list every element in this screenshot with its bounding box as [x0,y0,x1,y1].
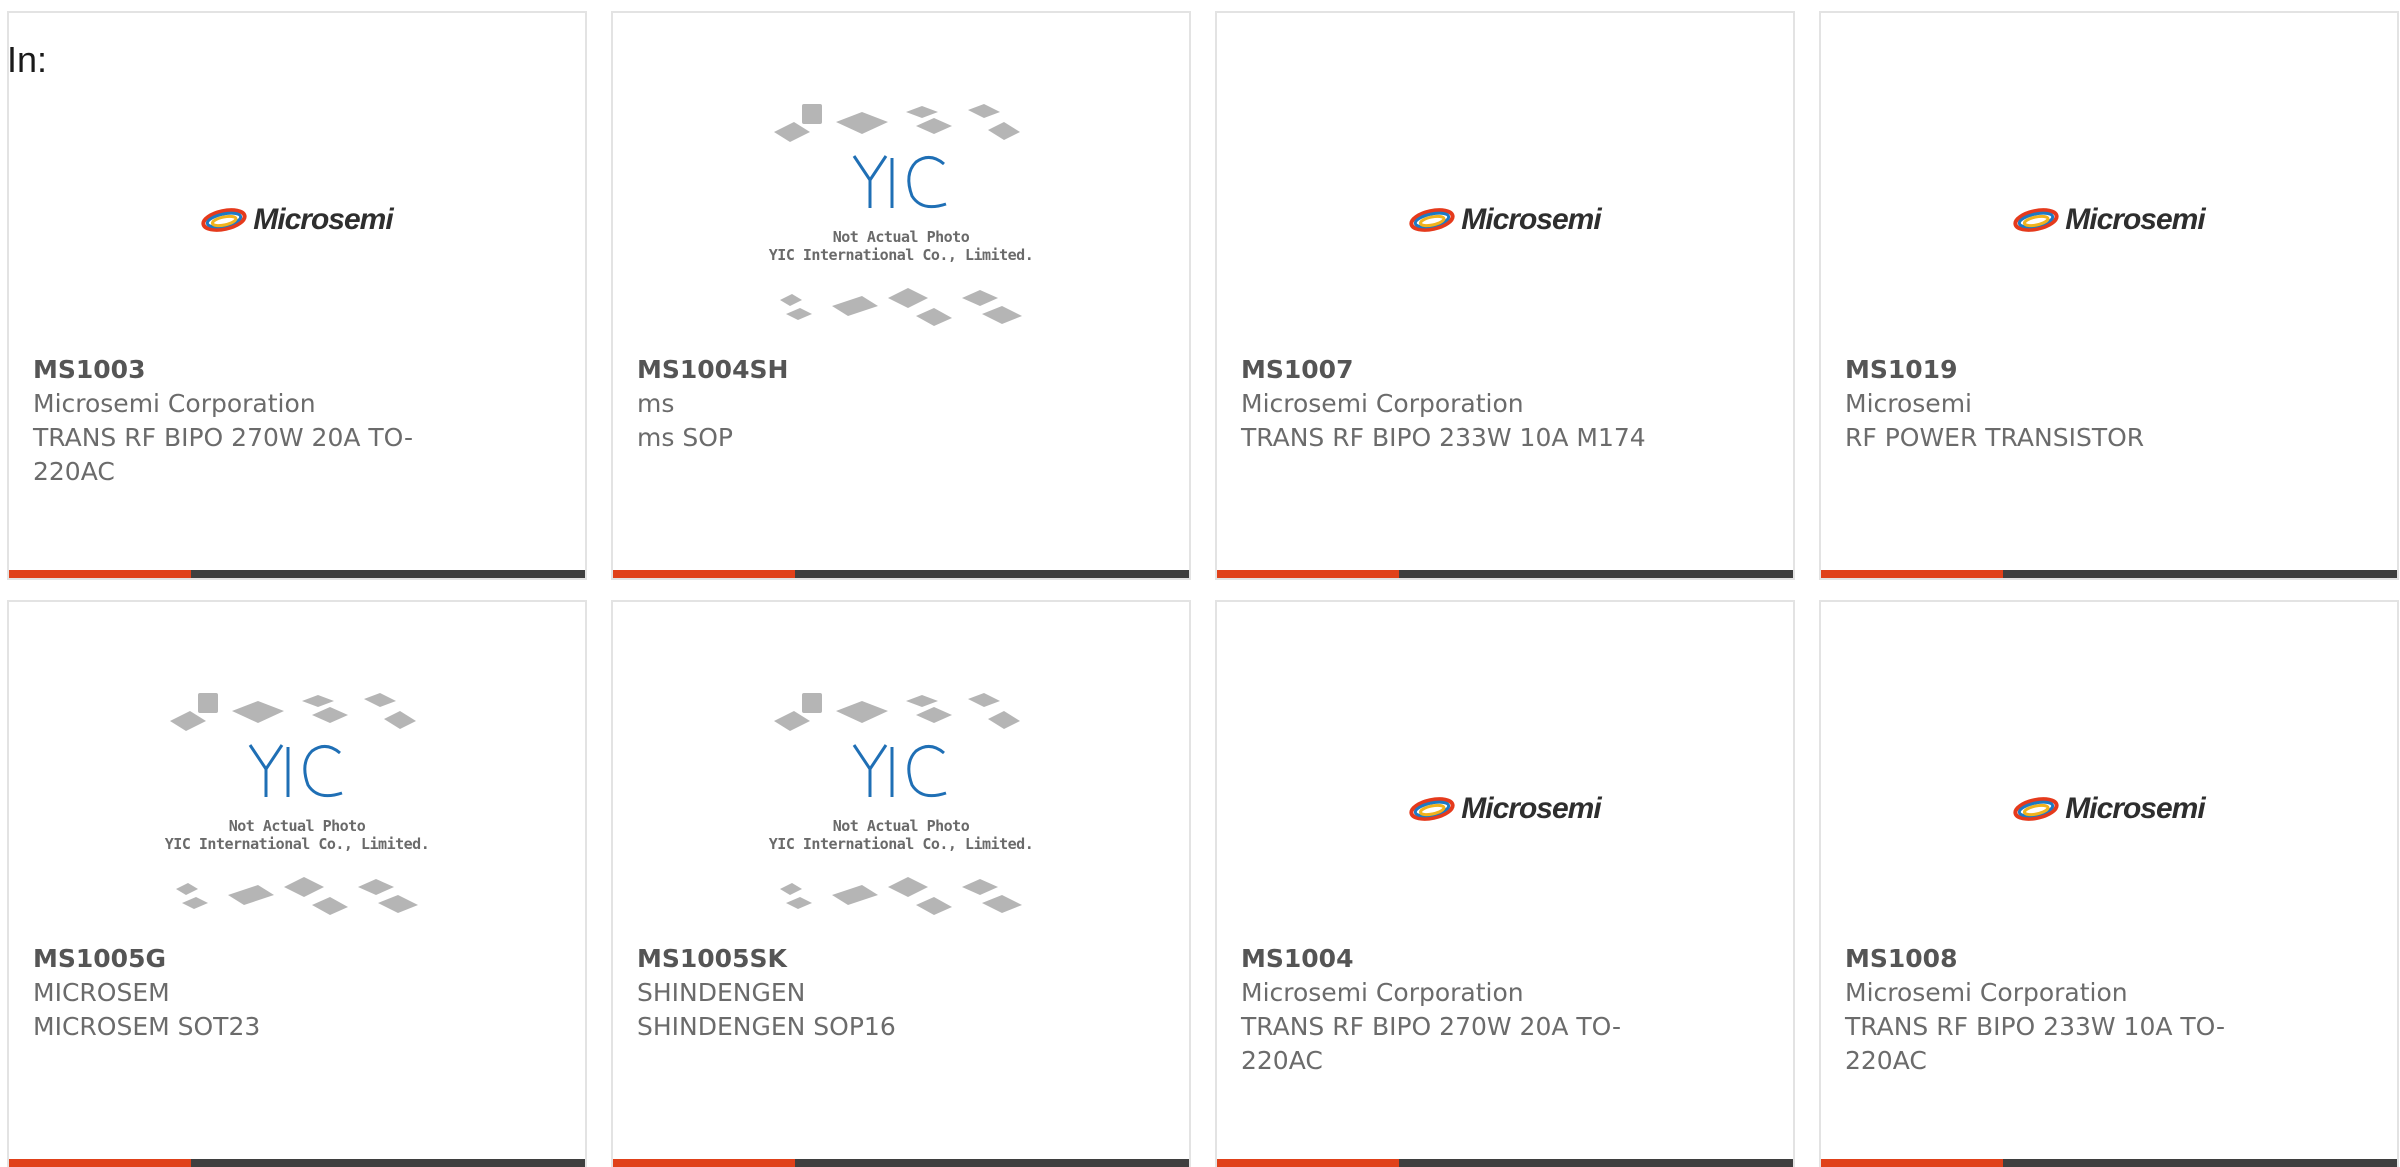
product-card[interactable]: Not Actual Photo YIC International Co., … [7,600,587,1167]
product-info: MS1005G MICROSEM MICROSEM SOT23 [33,942,463,1044]
logo-wordmark: Microsemi [1461,792,1601,825]
part-number[interactable]: MS1005SK [637,942,1067,976]
product-card[interactable]: Not Actual Photo YIC International Co., … [611,11,1191,580]
product-card[interactable]: Microsemi MS1007 Microsemi Corporation T… [1215,11,1795,580]
card-accent-bar [613,1159,795,1167]
product-card[interactable]: Microsemi MS1008 Microsemi Corporation T… [1819,600,2399,1167]
chip-packages-icon [170,693,418,915]
manufacturer: MICROSEM [33,978,170,1007]
card-accent-bar [613,570,795,578]
logo-wordmark: Microsemi [253,203,393,236]
manufacturer: Microsemi Corporation [1845,978,2128,1007]
microsemi-logo: Microsemi [2013,203,2206,237]
product-description: TRANS RF BIPO 233W 10A M174 [1241,423,1646,452]
card-bottom-bar [613,1159,1189,1167]
microsemi-swirl-icon [1409,797,1455,821]
microsemi-logo: Microsemi [1409,203,1602,237]
microsemi-logo: Microsemi [2013,792,2206,826]
microsemi-swirl-icon [1409,208,1455,232]
part-number[interactable]: MS1005G [33,942,463,976]
placeholder-caption-line1: Not Actual Photo [832,228,970,246]
placeholder-caption-line2: YIC International Co., Limited. [768,835,1034,853]
product-description: TRANS RF BIPO 233W 10A TO-220AC [1845,1012,2226,1075]
product-card[interactable]: Microsemi MS1019 Microsemi RF POWER TRAN… [1819,11,2399,580]
card-accent-bar [1821,1159,2003,1167]
product-description: TRANS RF BIPO 270W 20A TO-220AC [1241,1012,1622,1075]
part-number[interactable]: MS1007 [1241,353,1671,387]
manufacturer: SHINDENGEN [637,978,806,1007]
product-info: MS1007 Microsemi Corporation TRANS RF BI… [1241,353,1671,455]
microsemi-logo: Microsemi [1409,792,1602,826]
filter-label: In: [7,39,48,80]
product-description: TRANS RF BIPO 270W 20A TO-220AC [33,423,414,486]
product-card[interactable]: Microsemi MS1003 Microsemi Corporation T… [7,11,587,580]
manufacturer: Microsemi Corporation [33,389,316,418]
placeholder-caption-line2: YIC International Co., Limited. [768,246,1034,264]
product-image: Not Actual Photo YIC International Co., … [613,674,1189,944]
placeholder-caption: Not Actual Photo YIC International Co., … [766,817,1036,853]
product-card[interactable]: Not Actual Photo YIC International Co., … [611,600,1191,1167]
placeholder-caption: Not Actual Photo YIC International Co., … [766,228,1036,264]
part-number[interactable]: MS1004 [1241,942,1671,976]
logo-wordmark: Microsemi [2065,792,2205,825]
yic-placeholder-image: Not Actual Photo YIC International Co., … [766,689,1036,929]
microsemi-swirl-icon [2013,208,2059,232]
logo-wordmark: Microsemi [2065,203,2205,236]
card-bottom-bar [1217,1159,1793,1167]
product-listing-page: In: Microsemi MS1003 Microsemi Corporati… [0,0,2400,1167]
card-accent-bar [1821,570,2003,578]
product-info: MS1005SK SHINDENGEN SHINDENGEN SOP16 [637,942,1067,1044]
placeholder-caption-line1: Not Actual Photo [228,817,366,835]
part-number[interactable]: MS1003 [33,353,463,387]
product-info: MS1008 Microsemi Corporation TRANS RF BI… [1845,942,2275,1078]
card-bottom-bar [1217,570,1793,578]
product-info: MS1004 Microsemi Corporation TRANS RF BI… [1241,942,1671,1078]
placeholder-caption: Not Actual Photo YIC International Co., … [162,817,432,853]
card-accent-bar [9,570,191,578]
part-number[interactable]: MS1019 [1845,353,2275,387]
card-bottom-bar [9,570,585,578]
product-image: Microsemi [1821,85,2397,355]
placeholder-caption-line2: YIC International Co., Limited. [164,835,430,853]
chip-packages-icon [774,104,1022,326]
manufacturer: ms [637,389,675,418]
product-description: RF POWER TRANSISTOR [1845,423,2145,452]
product-description: ms SOP [637,423,733,452]
product-description: SHINDENGEN SOP16 [637,1012,896,1041]
product-grid: Microsemi MS1003 Microsemi Corporation T… [7,11,2400,1167]
placeholder-caption-line1: Not Actual Photo [832,817,970,835]
card-bottom-bar [1821,570,2397,578]
yic-placeholder-image: Not Actual Photo YIC International Co., … [766,100,1036,340]
manufacturer: Microsemi [1845,389,1972,418]
card-bottom-bar [9,1159,585,1167]
product-card[interactable]: Microsemi MS1004 Microsemi Corporation T… [1215,600,1795,1167]
manufacturer: Microsemi Corporation [1241,978,1524,1007]
card-accent-bar [1217,570,1399,578]
microsemi-logo: Microsemi [201,203,394,237]
card-accent-bar [1217,1159,1399,1167]
microsemi-swirl-icon [201,208,247,232]
card-bottom-bar [613,570,1189,578]
product-image: Not Actual Photo YIC International Co., … [613,85,1189,355]
product-image: Microsemi [1217,85,1793,355]
product-info: MS1004SH ms ms SOP [637,353,1067,455]
product-info: MS1003 Microsemi Corporation TRANS RF BI… [33,353,463,489]
yic-placeholder-image: Not Actual Photo YIC International Co., … [162,689,432,929]
product-image: Microsemi [1217,674,1793,944]
product-image: Microsemi [9,85,585,355]
manufacturer: Microsemi Corporation [1241,389,1524,418]
part-number[interactable]: MS1004SH [637,353,1067,387]
microsemi-swirl-icon [2013,797,2059,821]
product-info: MS1019 Microsemi RF POWER TRANSISTOR [1845,353,2275,455]
card-accent-bar [9,1159,191,1167]
chip-packages-icon [774,693,1022,915]
product-image: Microsemi [1821,674,2397,944]
product-image: Not Actual Photo YIC International Co., … [9,674,585,944]
part-number[interactable]: MS1008 [1845,942,2275,976]
logo-wordmark: Microsemi [1461,203,1601,236]
card-bottom-bar [1821,1159,2397,1167]
product-description: MICROSEM SOT23 [33,1012,261,1041]
